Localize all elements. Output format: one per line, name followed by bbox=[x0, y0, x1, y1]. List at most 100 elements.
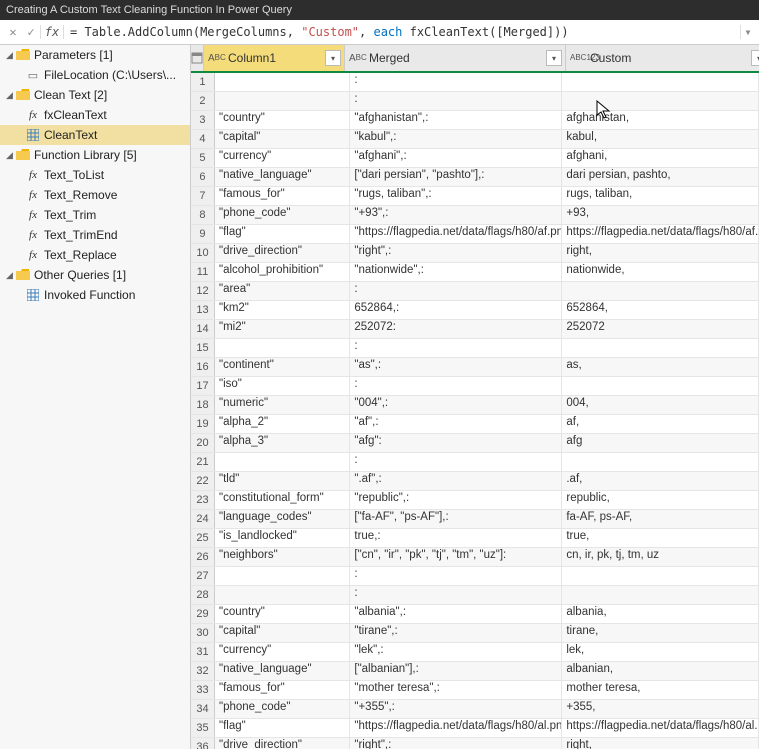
cell[interactable] bbox=[562, 377, 759, 395]
cell[interactable] bbox=[562, 586, 759, 604]
cell[interactable]: "capital" bbox=[215, 130, 350, 148]
cell[interactable]: "flag" bbox=[215, 225, 350, 243]
cell[interactable]: 252072: bbox=[350, 320, 562, 338]
row-number[interactable]: 12 bbox=[191, 282, 215, 300]
cell[interactable]: cn, ir, pk, tj, tm, uz bbox=[562, 548, 759, 566]
cell[interactable]: : bbox=[350, 339, 562, 357]
cell[interactable]: "lek",: bbox=[350, 643, 562, 661]
cell[interactable]: "+93",: bbox=[350, 206, 562, 224]
cell[interactable]: kabul, bbox=[562, 130, 759, 148]
row-number[interactable]: 27 bbox=[191, 567, 215, 585]
cell[interactable]: as, bbox=[562, 358, 759, 376]
row-number[interactable]: 25 bbox=[191, 529, 215, 547]
row-number[interactable]: 22 bbox=[191, 472, 215, 490]
table-row[interactable]: 30"capital""tirane",:tirane, bbox=[191, 624, 759, 643]
cell[interactable]: "+355",: bbox=[350, 700, 562, 718]
table-row[interactable]: 14 "mi2"252072:252072 bbox=[191, 320, 759, 339]
table-row[interactable]: 3"country""afghanistan",:afghanistan, bbox=[191, 111, 759, 130]
cell[interactable]: : bbox=[350, 92, 562, 110]
query-item[interactable]: ▭FileLocation (C:\Users\... bbox=[0, 65, 190, 85]
row-number[interactable]: 15 bbox=[191, 339, 215, 357]
fx-icon[interactable]: fx bbox=[40, 25, 64, 39]
cell[interactable] bbox=[562, 92, 759, 110]
cell[interactable] bbox=[562, 339, 759, 357]
cell[interactable] bbox=[215, 73, 350, 91]
cell[interactable]: nationwide, bbox=[562, 263, 759, 281]
table-row[interactable]: 34"phone_code""+355",:+355, bbox=[191, 700, 759, 719]
cell[interactable]: "mi2" bbox=[215, 320, 350, 338]
cell[interactable] bbox=[215, 339, 350, 357]
cell[interactable]: dari persian, pashto, bbox=[562, 168, 759, 186]
cell[interactable]: ["cn", "ir", "pk", "tj", "tm", "uz"]: bbox=[350, 548, 562, 566]
cell[interactable]: "alcohol_prohibition" bbox=[215, 263, 350, 281]
table-row[interactable]: 35"flag""https://flagpedia.net/data/flag… bbox=[191, 719, 759, 738]
cell[interactable] bbox=[215, 586, 350, 604]
row-number[interactable]: 17 bbox=[191, 377, 215, 395]
row-number[interactable]: 9 bbox=[191, 225, 215, 243]
row-number[interactable]: 1 bbox=[191, 73, 215, 91]
cell[interactable]: ["fa-AF", "ps-AF"],: bbox=[350, 510, 562, 528]
table-row[interactable]: 2: bbox=[191, 92, 759, 111]
cell[interactable]: 004, bbox=[562, 396, 759, 414]
cell[interactable]: "tirane",: bbox=[350, 624, 562, 642]
filter-dropdown-icon[interactable]: ▾ bbox=[546, 50, 562, 66]
query-item[interactable]: fxText_Trim bbox=[0, 205, 190, 225]
cell[interactable]: afghani, bbox=[562, 149, 759, 167]
cell[interactable] bbox=[215, 453, 350, 471]
cell[interactable]: +355, bbox=[562, 700, 759, 718]
row-number[interactable]: 16 bbox=[191, 358, 215, 376]
cell[interactable]: "kabul",: bbox=[350, 130, 562, 148]
table-row[interactable]: 24"language_codes"["fa-AF", "ps-AF"],:fa… bbox=[191, 510, 759, 529]
query-group[interactable]: ◢Clean Text [2] bbox=[0, 85, 190, 105]
row-number[interactable]: 6 bbox=[191, 168, 215, 186]
query-group[interactable]: ◢Function Library [5] bbox=[0, 145, 190, 165]
table-row[interactable]: 6"native_language"["dari persian", "pash… bbox=[191, 168, 759, 187]
cell[interactable]: : bbox=[350, 567, 562, 585]
cell[interactable]: "drive_direction" bbox=[215, 738, 350, 749]
row-number[interactable]: 11 bbox=[191, 263, 215, 281]
cell[interactable] bbox=[562, 453, 759, 471]
query-item[interactable]: Invoked Function bbox=[0, 285, 190, 305]
formula-expand-icon[interactable]: ▾ bbox=[740, 25, 755, 39]
table-row[interactable]: 8"phone_code""+93",:+93, bbox=[191, 206, 759, 225]
cell[interactable]: "drive_direction" bbox=[215, 244, 350, 262]
table-row[interactable]: 4"capital""kabul",:kabul, bbox=[191, 130, 759, 149]
row-number[interactable]: 21 bbox=[191, 453, 215, 471]
row-number[interactable]: 24 bbox=[191, 510, 215, 528]
query-item[interactable]: CleanText bbox=[0, 125, 190, 145]
table-row[interactable]: 20 "alpha_3""afg":afg bbox=[191, 434, 759, 453]
table-row[interactable]: 12"area": bbox=[191, 282, 759, 301]
row-number[interactable]: 20 bbox=[191, 434, 215, 452]
table-row[interactable]: 1: bbox=[191, 73, 759, 92]
query-group[interactable]: ◢Parameters [1] bbox=[0, 45, 190, 65]
cell[interactable]: "mother teresa",: bbox=[350, 681, 562, 699]
table-row[interactable]: 16"continent""as",:as, bbox=[191, 358, 759, 377]
table-row[interactable]: 7"famous_for""rugs, taliban",:rugs, tali… bbox=[191, 187, 759, 206]
row-number[interactable]: 28 bbox=[191, 586, 215, 604]
cell[interactable]: "area" bbox=[215, 282, 350, 300]
cell[interactable]: "iso" bbox=[215, 377, 350, 395]
cell[interactable]: "af",: bbox=[350, 415, 562, 433]
cell[interactable]: "right",: bbox=[350, 244, 562, 262]
cell[interactable]: "nationwide",: bbox=[350, 263, 562, 281]
cell[interactable]: lek, bbox=[562, 643, 759, 661]
table-row[interactable]: 13 "km2"652864,:652864, bbox=[191, 301, 759, 320]
row-number[interactable]: 3 bbox=[191, 111, 215, 129]
cell[interactable]: "alpha_2" bbox=[215, 415, 350, 433]
row-number[interactable]: 2 bbox=[191, 92, 215, 110]
cell[interactable] bbox=[215, 92, 350, 110]
cell[interactable]: "tld" bbox=[215, 472, 350, 490]
cell[interactable]: "native_language" bbox=[215, 662, 350, 680]
row-number[interactable]: 19 bbox=[191, 415, 215, 433]
cell[interactable]: "rugs, taliban",: bbox=[350, 187, 562, 205]
row-number[interactable]: 10 bbox=[191, 244, 215, 262]
query-item[interactable]: fxfxCleanText bbox=[0, 105, 190, 125]
cell[interactable]: right, bbox=[562, 244, 759, 262]
cell[interactable]: afg bbox=[562, 434, 759, 452]
cell[interactable]: "afg": bbox=[350, 434, 562, 452]
table-row[interactable]: 15: bbox=[191, 339, 759, 358]
cell[interactable]: right, bbox=[562, 738, 759, 749]
cell[interactable]: "republic",: bbox=[350, 491, 562, 509]
cell[interactable]: "country" bbox=[215, 111, 350, 129]
table-row[interactable]: 11"alcohol_prohibition""nationwide",:nat… bbox=[191, 263, 759, 282]
